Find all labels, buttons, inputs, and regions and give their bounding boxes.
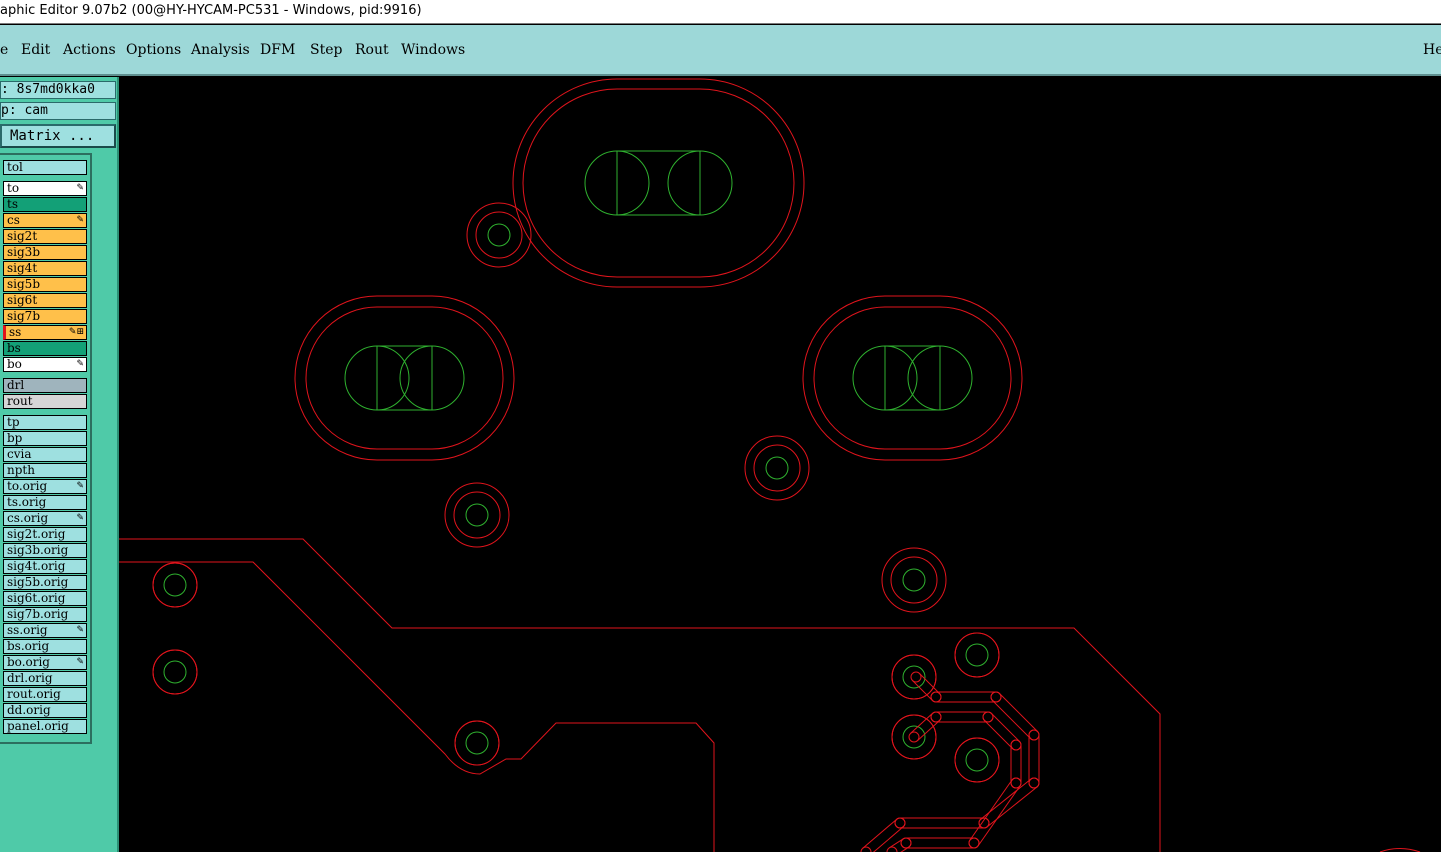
layer-name: ss	[9, 325, 22, 339]
layer-name: tp	[7, 415, 20, 429]
layer-name: sig5b	[7, 277, 40, 291]
layer-list: tol to ✎ ts cs ✎ sig2t sig3b sig4t sig5b sig6t sig7…	[0, 153, 92, 744]
layer-name: rout	[7, 394, 33, 408]
menu-help[interactable]: He	[1423, 42, 1441, 58]
layer-item[interactable]: to.orig ✎	[3, 479, 87, 494]
layer-name: dd.orig	[7, 703, 51, 717]
layer-item[interactable]: sig2t.orig	[3, 527, 87, 542]
edit-marker-icon: ✎	[76, 215, 84, 225]
layer-item[interactable]: sig5b.orig	[3, 575, 87, 590]
layer-item[interactable]: rout.orig	[3, 687, 87, 702]
layer-item[interactable]: cvia	[3, 447, 87, 462]
layer-item[interactable]: tol	[3, 160, 87, 175]
menu-windows[interactable]: Windows	[401, 42, 465, 58]
menu-file[interactable]: e	[0, 42, 8, 58]
edit-marker-icon: ✎⊞	[68, 327, 84, 337]
layer-name: sig7b.orig	[7, 607, 69, 621]
layer-item[interactable]: sig3b.orig	[3, 543, 87, 558]
layer-name: sig4t.orig	[7, 559, 66, 573]
canvas-background	[0, 77, 1441, 852]
layer-item[interactable]: to ✎	[3, 181, 87, 196]
layer-name: sig4t	[7, 261, 38, 275]
layer-item[interactable]: sig5b	[3, 277, 87, 292]
layer-item[interactable]: bp	[3, 431, 87, 446]
job-name: : 8s7md0kka0	[0, 81, 116, 99]
layer-name: drl.orig	[7, 671, 53, 685]
layer-name: bo	[7, 357, 22, 371]
layer-name: cs	[7, 213, 20, 227]
layer-item[interactable]: sig7b.orig	[3, 607, 87, 622]
layer-item[interactable]: sig3b	[3, 245, 87, 260]
menu-bar: e Edit Actions Options Analysis DFM Step…	[0, 25, 1441, 76]
layer-name: sig7b	[7, 309, 40, 323]
layer-name: ss.orig	[7, 623, 48, 637]
layer-item[interactable]: rout	[3, 394, 87, 409]
menu-analysis[interactable]: Analysis	[191, 42, 250, 58]
menu-actions[interactable]: Actions	[63, 42, 116, 58]
matrix-button[interactable]: Matrix ...	[0, 124, 116, 148]
layer-name: cvia	[7, 447, 32, 461]
layer-name: sig3b	[7, 245, 40, 259]
layer-item[interactable]: drl.orig	[3, 671, 87, 686]
window-title-bar: aphic Editor 9.07b2 (00@HY-HYCAM-PC531 -…	[0, 0, 1441, 24]
layer-item[interactable]: ts.orig	[3, 495, 87, 510]
layer-item[interactable]: ss ✎⊞	[3, 325, 87, 340]
layer-item[interactable]: dd.orig	[3, 703, 87, 718]
menu-options[interactable]: Options	[126, 42, 181, 58]
layer-item[interactable]: ts	[3, 197, 87, 212]
layer-name: to	[7, 181, 20, 195]
layer-item[interactable]: tp	[3, 415, 87, 430]
layer-item[interactable]: drl	[3, 378, 87, 393]
layer-name: rout.orig	[7, 687, 61, 701]
layer-item[interactable]: bs.orig	[3, 639, 87, 654]
layer-name: bp	[7, 431, 23, 445]
layer-name: sig6t	[7, 293, 38, 307]
menu-rout[interactable]: Rout	[355, 42, 389, 58]
layer-name: drl	[7, 378, 25, 392]
layer-item[interactable]: sig6t.orig	[3, 591, 87, 606]
edit-marker-icon: ✎	[76, 481, 84, 491]
layer-name: ts.orig	[7, 495, 47, 509]
layer-name: ts	[7, 197, 18, 211]
menu-step[interactable]: Step	[310, 42, 342, 58]
layer-item[interactable]: sig6t	[3, 293, 87, 308]
layer-name: cs.orig	[7, 511, 49, 525]
left-panel: : 8s7md0kka0 p: cam Matrix ... tol to ✎ ts c…	[0, 77, 119, 852]
edit-marker-icon: ✎	[76, 513, 84, 523]
layer-item[interactable]: ss.orig ✎	[3, 623, 87, 638]
layer-name: sig5b.orig	[7, 575, 69, 589]
window-title: aphic Editor 9.07b2 (00@HY-HYCAM-PC531 -…	[0, 3, 422, 18]
layer-name: npth	[7, 463, 35, 477]
layer-name: panel.orig	[7, 719, 69, 733]
layer-item[interactable]: sig4t.orig	[3, 559, 87, 574]
layer-item[interactable]: panel.orig	[3, 719, 87, 734]
edit-marker-icon: ✎	[76, 657, 84, 667]
edit-marker-icon: ✎	[76, 183, 84, 193]
layer-item[interactable]: sig2t	[3, 229, 87, 244]
menu-dfm[interactable]: DFM	[260, 42, 295, 58]
layer-item[interactable]: cs ✎	[3, 213, 87, 228]
step-name: p: cam	[0, 102, 116, 120]
layer-item[interactable]: sig7b	[3, 309, 87, 324]
edit-marker-icon: ✎	[76, 359, 84, 369]
layer-item[interactable]: sig4t	[3, 261, 87, 276]
menu-edit[interactable]: Edit	[21, 42, 50, 58]
layer-item[interactable]: bs	[3, 341, 87, 356]
layer-item[interactable]: bo ✎	[3, 357, 87, 372]
layer-item[interactable]: bo.orig ✎	[3, 655, 87, 670]
layer-item[interactable]: npth	[3, 463, 87, 478]
graphic-canvas[interactable]	[0, 77, 1441, 852]
layer-item[interactable]: cs.orig ✎	[3, 511, 87, 526]
layer-name: bs.orig	[7, 639, 50, 653]
edit-marker-icon: ✎	[76, 625, 84, 635]
layer-name: to.orig	[7, 479, 48, 493]
layer-name: sig2t	[7, 229, 38, 243]
layer-name: sig6t.orig	[7, 591, 66, 605]
layer-name: sig3b.orig	[7, 543, 69, 557]
layer-name: sig2t.orig	[7, 527, 66, 541]
layer-name: tol	[7, 160, 23, 174]
layer-name: bs	[7, 341, 21, 355]
layer-name: bo.orig	[7, 655, 50, 669]
